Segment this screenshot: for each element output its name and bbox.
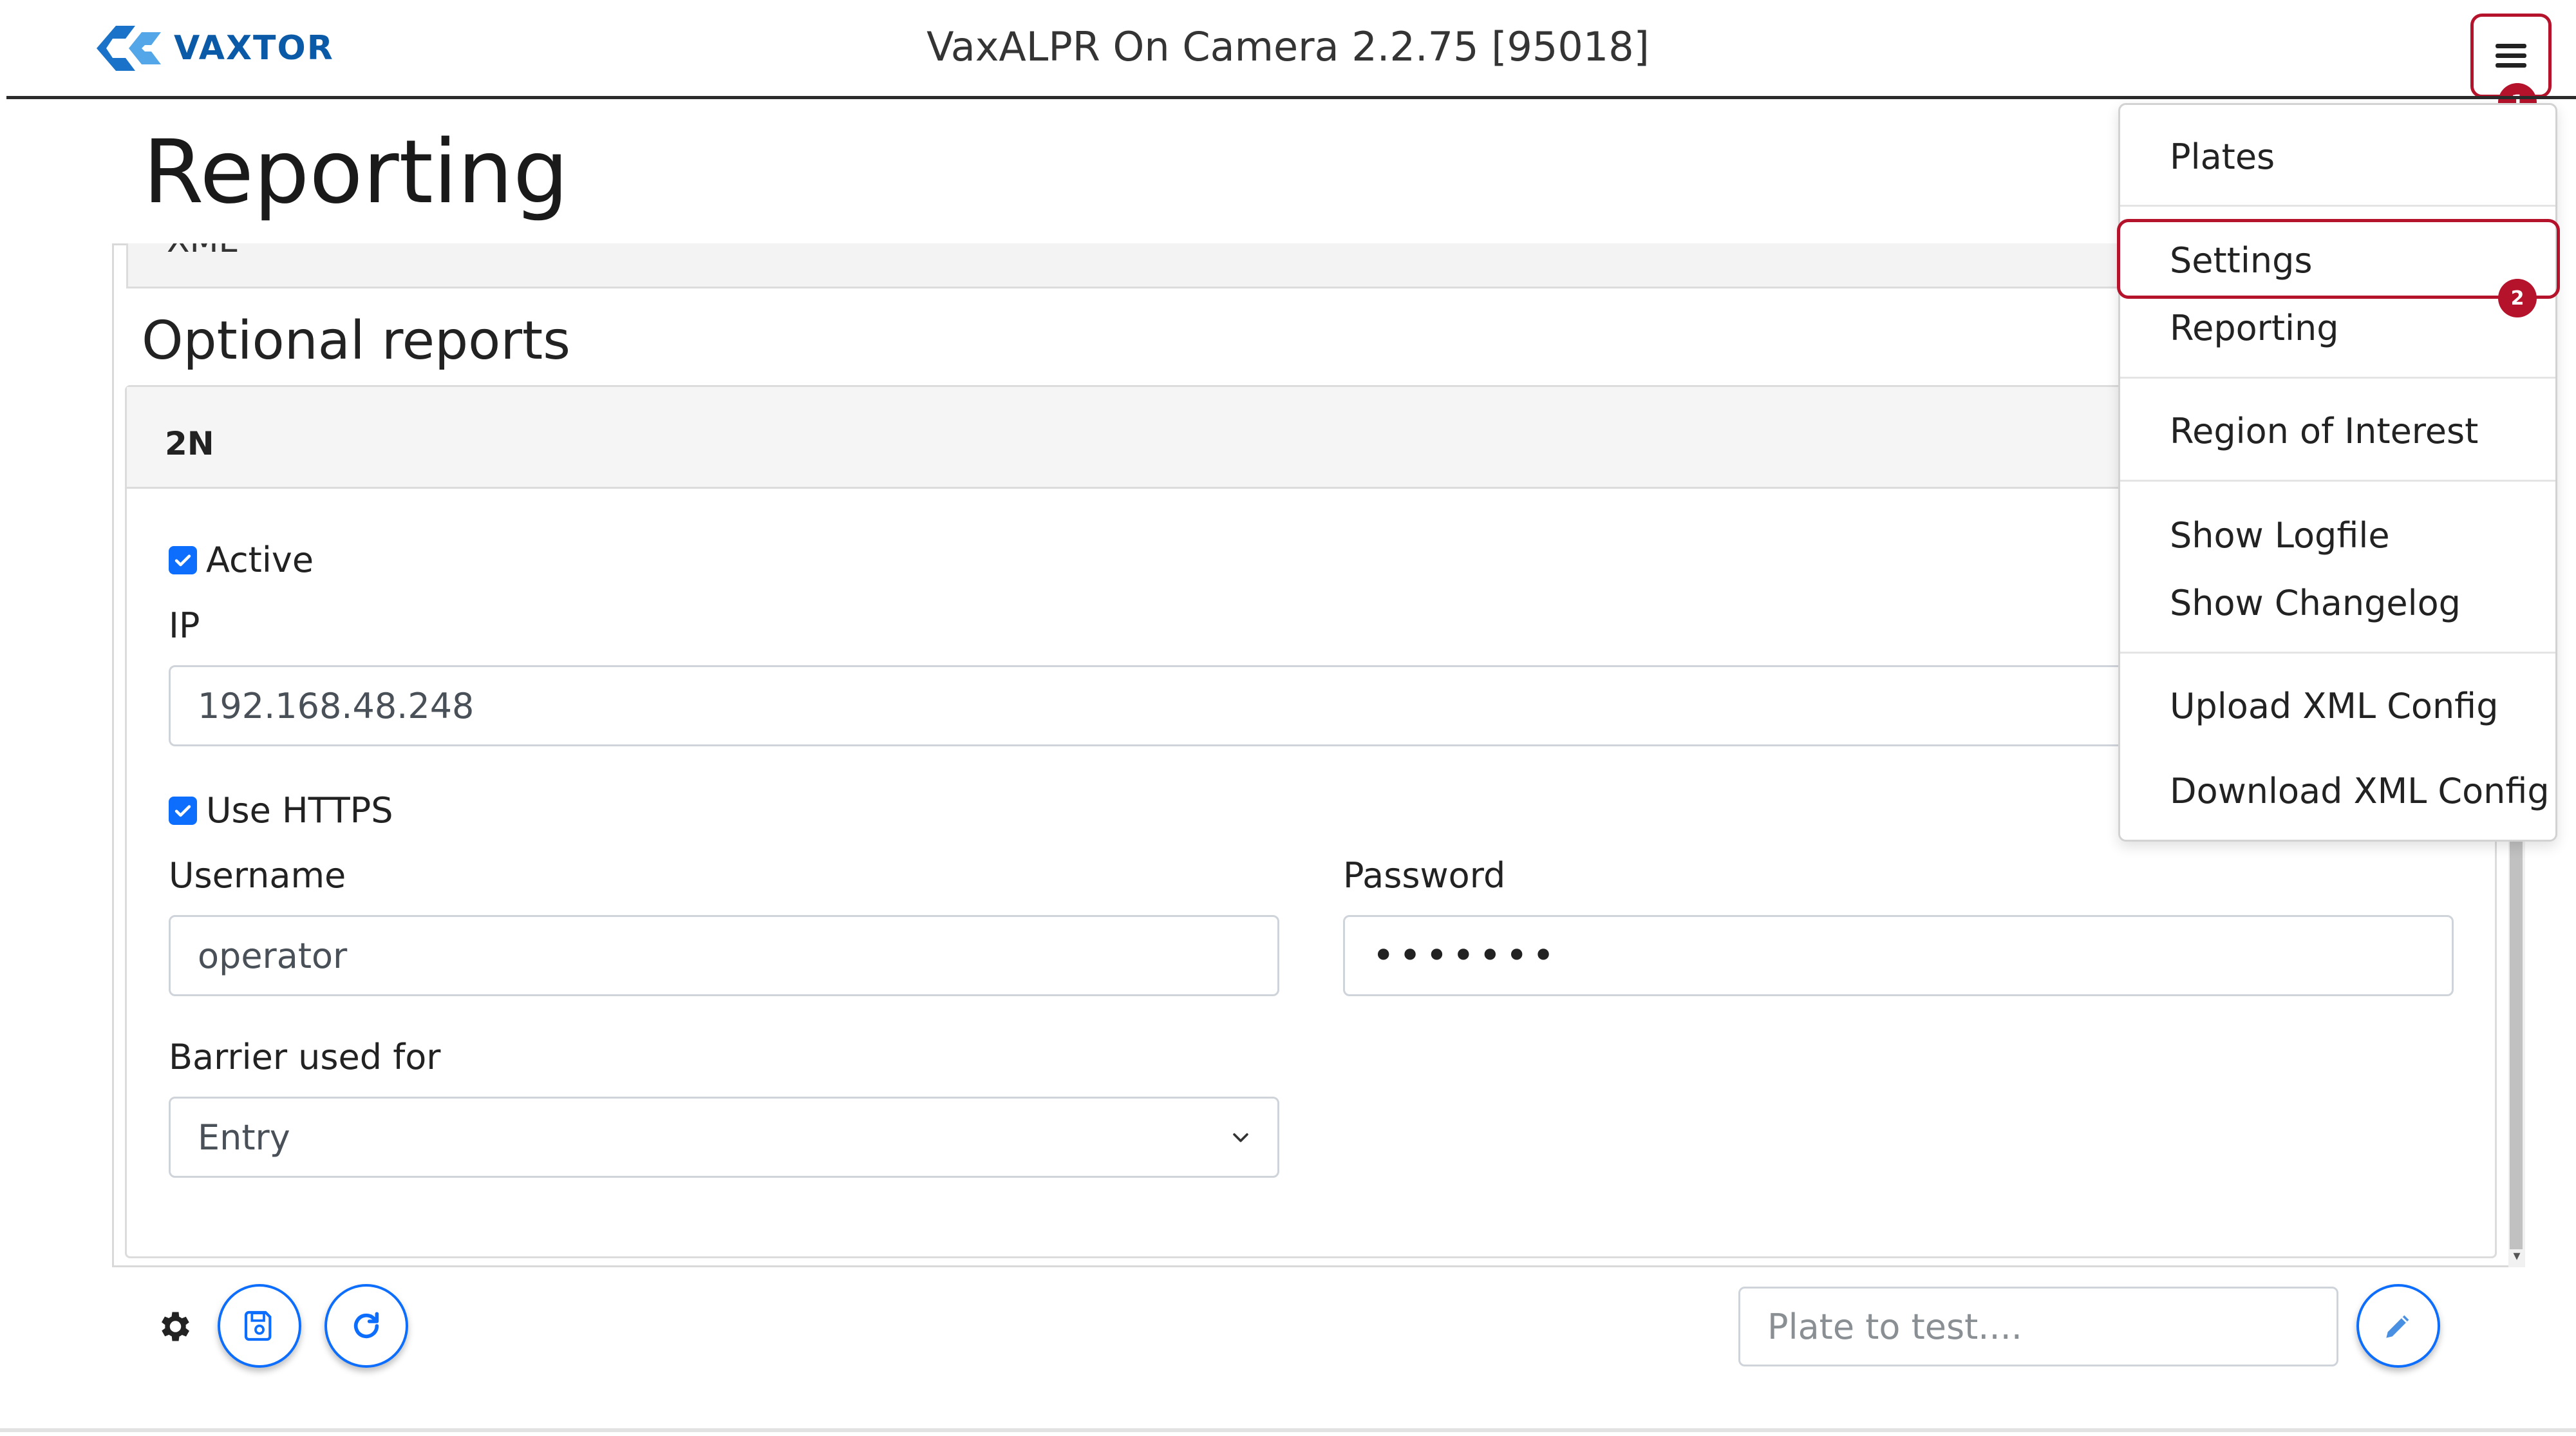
bottom-divider <box>0 1428 2576 1432</box>
active-label: Active <box>206 540 314 580</box>
ip-input[interactable]: 192.168.48.248 <box>169 665 2454 746</box>
password-label: Password <box>1343 855 1506 896</box>
hamburger-menu-icon <box>2496 39 2526 73</box>
active-checkbox[interactable] <box>169 545 197 574</box>
scroll-down-arrow-icon[interactable]: ▾ <box>2509 1248 2524 1266</box>
menu-item-show-logfile[interactable]: Show Logfile <box>2170 515 2390 556</box>
username-input[interactable]: operator <box>169 915 1279 996</box>
report-2n-title: 2N <box>165 425 214 462</box>
header-divider <box>6 96 2576 99</box>
save-icon <box>244 1310 272 1341</box>
checkmark-icon <box>174 554 191 566</box>
menu-item-show-changelog[interactable]: Show Changelog <box>2170 583 2461 623</box>
menu-item-upload-xml-config[interactable]: Upload XML Config <box>2170 686 2498 726</box>
menu-divider <box>2120 377 2555 379</box>
app-title: VaxALPR On Camera 2.2.75 [95018] <box>926 23 1650 70</box>
reload-icon <box>353 1312 379 1339</box>
ip-label: IP <box>169 605 200 646</box>
menu-item-download-xml-config[interactable]: Download XML Config <box>2170 771 2550 811</box>
xml-section-label: XML <box>167 243 237 260</box>
chevron-down-icon <box>1233 1133 1248 1142</box>
use-https-checkbox[interactable] <box>169 796 197 825</box>
barrier-label: Barrier used for <box>169 1037 441 1077</box>
gear-icon[interactable] <box>155 1307 193 1346</box>
checkmark-icon <box>174 804 191 817</box>
menu-divider <box>2120 205 2555 207</box>
optional-reports-heading: Optional reports <box>142 310 570 372</box>
page-title: Reporting <box>143 122 569 223</box>
barrier-select-value: Entry <box>198 1117 290 1158</box>
plate-test-input[interactable]: Plate to test.... <box>1738 1287 2338 1366</box>
step-marker-2: 2 <box>2498 279 2537 317</box>
reload-button[interactable] <box>324 1284 408 1368</box>
menu-divider <box>2120 480 2555 482</box>
active-row: Active <box>169 540 314 580</box>
barrier-select[interactable]: Entry <box>169 1097 1279 1178</box>
password-input[interactable]: ••••••• <box>1343 915 2454 996</box>
settings-highlight-box <box>2117 219 2560 299</box>
pencil-icon <box>2386 1315 2409 1338</box>
menu-item-region-of-interest[interactable]: Region of Interest <box>2170 411 2478 451</box>
https-row: Use HTTPS <box>169 790 393 831</box>
main-menu-dropdown <box>2118 103 2557 842</box>
test-plate-button[interactable] <box>2356 1284 2440 1368</box>
menu-item-plates[interactable]: Plates <box>2170 137 2275 177</box>
use-https-label: Use HTTPS <box>206 790 393 831</box>
menu-item-reporting[interactable]: Reporting <box>2170 308 2339 348</box>
username-label: Username <box>169 855 346 896</box>
menu-divider <box>2120 652 2555 654</box>
save-button[interactable] <box>218 1284 301 1368</box>
scrollbar-thumb[interactable] <box>2510 824 2523 1249</box>
